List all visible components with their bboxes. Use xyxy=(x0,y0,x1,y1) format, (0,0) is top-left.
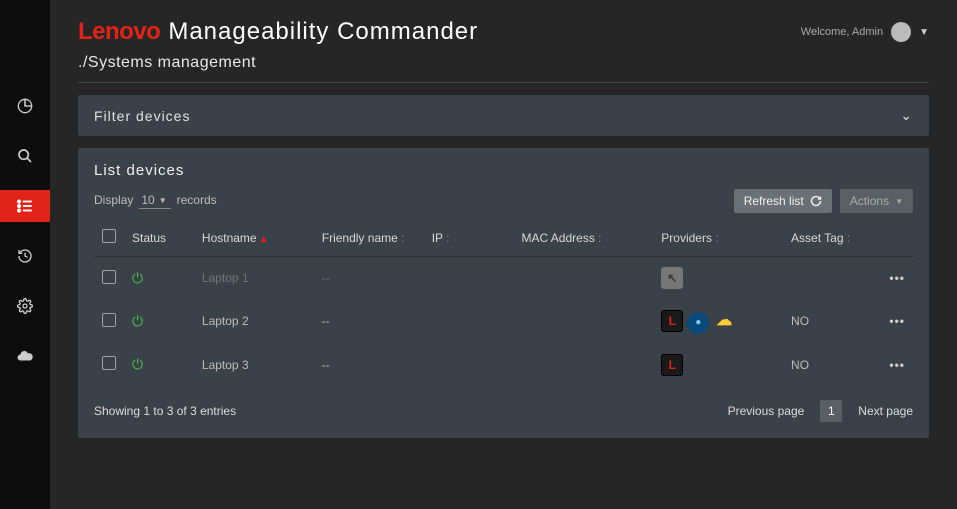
cell-mac xyxy=(513,257,653,300)
cell-hostname: Laptop 2 xyxy=(194,299,314,344)
triangle-down-icon: ▼ xyxy=(159,196,167,205)
row-actions-menu[interactable]: ••• xyxy=(889,314,905,328)
filter-panel[interactable]: Filter devices ⌄ xyxy=(78,95,929,136)
cell-providers: L●☁ xyxy=(653,299,783,344)
sidebar xyxy=(0,0,50,509)
select-all-checkbox[interactable] xyxy=(102,229,116,243)
col-providers[interactable]: Providers : xyxy=(653,223,783,257)
cell-friendly: -- xyxy=(314,257,424,300)
cell-friendly: -- xyxy=(314,344,424,386)
cell-ip xyxy=(424,299,514,344)
row-actions-menu[interactable]: ••• xyxy=(889,271,905,285)
refresh-icon xyxy=(810,195,822,207)
cell-mac xyxy=(513,299,653,344)
triangle-down-icon: ▼ xyxy=(895,197,903,206)
col-friendly[interactable]: Friendly name : xyxy=(314,223,424,257)
nav-search[interactable] xyxy=(0,140,50,172)
nav-cloud[interactable] xyxy=(0,340,50,372)
table-row: ⏻ Laptop 3-- L NO ••• xyxy=(94,344,913,386)
actions-button[interactable]: Actions ▼ xyxy=(840,189,913,213)
provider-cloud-icon: ☁ xyxy=(713,309,735,331)
brand-product: Manageability Commander xyxy=(168,18,478,46)
devices-table: Status Hostname▲ Friendly name : IP : MA… xyxy=(94,223,913,386)
main-content: Lenovo Manageability Commander Welcome, … xyxy=(50,0,957,509)
cell-hostname: Laptop 1 xyxy=(194,257,314,300)
power-on-icon: ⏻ xyxy=(132,270,143,286)
provider-lenovo-icon: L xyxy=(661,354,683,376)
col-status: Status xyxy=(124,223,194,257)
table-row: ⏻ Laptop 1-- ↖ ••• xyxy=(94,257,913,300)
chevron-down-icon: ▼ xyxy=(919,27,929,38)
row-checkbox[interactable] xyxy=(102,313,116,327)
nav-history[interactable] xyxy=(0,240,50,272)
provider-lenovo-icon: L xyxy=(661,310,683,332)
row-checkbox[interactable] xyxy=(102,356,116,370)
sort-asc-icon: ▲ xyxy=(259,234,269,245)
table-row: ⏻Laptop 2--L●☁NO••• xyxy=(94,299,913,344)
row-actions-menu[interactable]: ••• xyxy=(889,358,905,372)
nav-settings[interactable] xyxy=(0,290,50,322)
nav-dashboard[interactable] xyxy=(0,90,50,122)
cell-ip xyxy=(424,344,514,386)
refresh-button[interactable]: Refresh list xyxy=(734,189,832,213)
brand: Lenovo Manageability Commander xyxy=(78,18,478,46)
cell-asset: NO xyxy=(783,344,873,386)
user-menu[interactable]: Welcome, Admin ▼ xyxy=(801,22,929,42)
filter-title: Filter devices xyxy=(94,108,190,124)
provider-intel-icon: ● xyxy=(687,312,709,334)
history-icon xyxy=(17,248,33,264)
next-page[interactable]: Next page xyxy=(858,404,913,418)
col-hostname[interactable]: Hostname▲ xyxy=(194,223,314,257)
chevron-down-icon: ⌄ xyxy=(900,107,913,124)
page-number[interactable]: 1 xyxy=(820,400,842,422)
cell-providers: L xyxy=(653,344,783,386)
search-icon xyxy=(17,148,33,164)
welcome-text: Welcome, Admin xyxy=(801,26,883,38)
cell-ip xyxy=(424,257,514,300)
cell-mac xyxy=(513,344,653,386)
breadcrumb: ./Systems management xyxy=(50,54,957,82)
row-checkbox[interactable] xyxy=(102,270,116,284)
cloud-icon xyxy=(16,347,34,365)
nav-systems[interactable] xyxy=(0,190,50,222)
showing-text: Showing 1 to 3 of 3 entries xyxy=(94,404,236,418)
brand-lenovo: Lenovo xyxy=(78,18,160,46)
cell-asset: NO xyxy=(783,299,873,344)
power-on-icon: ⏻ xyxy=(132,356,143,372)
records-select[interactable]: 10 ▼ xyxy=(139,193,170,209)
gear-icon xyxy=(17,298,33,314)
col-ip[interactable]: IP : xyxy=(424,223,514,257)
pie-chart-icon xyxy=(17,98,33,114)
power-on-icon: ⏻ xyxy=(132,313,143,329)
col-mac[interactable]: MAC Address : xyxy=(513,223,653,257)
cell-providers: ↖ xyxy=(653,257,783,300)
list-panel: List devices Display 10 ▼ records Refres… xyxy=(78,148,929,438)
records-per-page: Display 10 ▼ records xyxy=(94,193,217,209)
cell-friendly: -- xyxy=(314,299,424,344)
col-asset[interactable]: Asset Tag : xyxy=(783,223,873,257)
prev-page[interactable]: Previous page xyxy=(728,404,805,418)
avatar xyxy=(891,22,911,42)
cell-asset xyxy=(783,257,873,300)
cell-hostname: Laptop 3 xyxy=(194,344,314,386)
list-icon xyxy=(16,197,34,215)
provider-disabled-icon: ↖ xyxy=(661,267,683,289)
list-title: List devices xyxy=(94,162,913,179)
